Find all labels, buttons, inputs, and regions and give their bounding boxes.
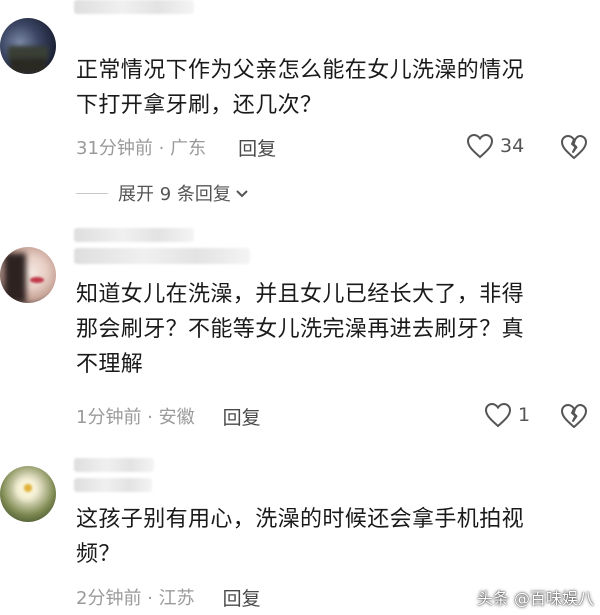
reply-button[interactable]: 回复 bbox=[238, 134, 276, 161]
username-blurred bbox=[74, 478, 152, 492]
comment-text-line: 不理解 bbox=[76, 352, 144, 377]
comment-text-line: 那会刷牙？不能等女儿洗完澡再进去刷牙？真 bbox=[76, 317, 525, 342]
expand-replies-label: 展开 9 条回复 bbox=[118, 184, 231, 205]
username-blurred bbox=[74, 248, 250, 264]
expand-replies-button[interactable]: 展开 9 条回复 bbox=[76, 180, 249, 206]
comment-meta: 31分钟前 · 广东 回复 bbox=[76, 134, 276, 160]
reply-button[interactable]: 回复 bbox=[223, 584, 261, 611]
like-count: 34 bbox=[500, 135, 525, 157]
comment-1: 正常情况下作为父亲怎么能在女儿洗澡的情况 下打开拿牙刷，还几次？ 31分钟前 ·… bbox=[0, 0, 600, 210]
comment-meta: 1分钟前 · 安徽 回复 bbox=[76, 403, 261, 429]
avatar[interactable] bbox=[0, 247, 56, 303]
chevron-down-icon bbox=[235, 183, 249, 204]
watermark: 头条 @百味娱八 bbox=[477, 585, 594, 609]
comment-text-line: 频？ bbox=[76, 542, 121, 567]
comment-text-line: 这孩子别有用心，洗澡的时候还会拿手机拍视 bbox=[76, 507, 525, 532]
comment-text-line: 知道女儿在洗澡，并且女儿已经长大了，非得 bbox=[76, 282, 525, 307]
heart-outline-icon bbox=[466, 133, 494, 159]
comment-text-line: 下打开拿牙刷，还几次？ bbox=[76, 93, 323, 118]
dislike-button[interactable] bbox=[560, 134, 588, 160]
username-blurred bbox=[74, 0, 194, 14]
username-blurred bbox=[74, 458, 154, 472]
avatar[interactable] bbox=[0, 466, 56, 522]
timestamp-location: 2分钟前 · 江苏 bbox=[76, 588, 195, 609]
timestamp-location: 31分钟前 · 广东 bbox=[76, 138, 207, 159]
username-blurred bbox=[74, 228, 194, 242]
timestamp-location: 1分钟前 · 安徽 bbox=[76, 407, 195, 428]
comment-text: 知道女儿在洗澡，并且女儿已经长大了，非得 那会刷牙？不能等女儿洗完澡再进去刷牙？… bbox=[76, 277, 581, 382]
watermark-text: 头条 @百味娱八 bbox=[476, 589, 594, 608]
comment-text-line: 正常情况下作为父亲怎么能在女儿洗澡的情况 bbox=[76, 58, 525, 83]
heart-outline-icon bbox=[484, 402, 512, 428]
like-button[interactable]: 1 bbox=[484, 402, 530, 428]
comment-text: 正常情况下作为父亲怎么能在女儿洗澡的情况 下打开拿牙刷，还几次？ bbox=[76, 53, 581, 123]
dislike-button[interactable] bbox=[560, 403, 588, 429]
broken-heart-icon bbox=[560, 403, 588, 429]
avatar[interactable] bbox=[0, 18, 56, 74]
broken-heart-icon bbox=[560, 134, 588, 160]
like-button[interactable]: 34 bbox=[466, 133, 524, 159]
divider bbox=[76, 192, 108, 194]
reply-button[interactable]: 回复 bbox=[223, 403, 261, 430]
comment-text: 这孩子别有用心，洗澡的时候还会拿手机拍视 频？ bbox=[76, 502, 581, 572]
like-count: 1 bbox=[518, 404, 531, 426]
comment-meta: 2分钟前 · 江苏 回复 bbox=[76, 584, 261, 610]
comment-2: 知道女儿在洗澡，并且女儿已经长大了，非得 那会刷牙？不能等女儿洗完澡再进去刷牙？… bbox=[0, 222, 600, 442]
